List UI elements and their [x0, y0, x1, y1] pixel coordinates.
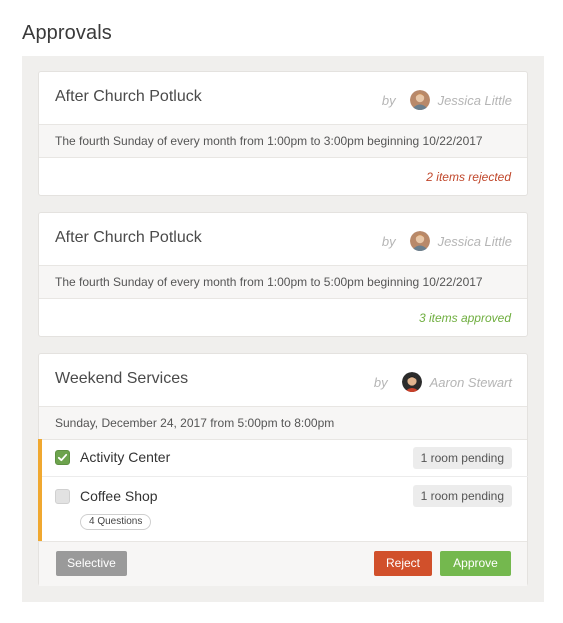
questions-badge[interactable]: 4 Questions: [80, 514, 152, 530]
user-avatar-icon: [401, 372, 422, 392]
status-text: 3 items approved: [418, 311, 511, 325]
event-title[interactable]: After Church Potluck: [55, 229, 202, 247]
schedule-text: The fourth Sunday of every month from 1:…: [55, 134, 483, 148]
approval-card[interactable]: After Church Potluck by Jessica Little T…: [38, 212, 528, 337]
schedule-row: Sunday, December 24, 2017 from 5:00pm to…: [39, 406, 527, 440]
room-row[interactable]: Coffee Shop 1 room pending 4 Questions: [42, 477, 528, 539]
approvals-panel: After Church Potluck by Jessica Little T…: [22, 56, 544, 602]
schedule-row: The fourth Sunday of every month from 1:…: [39, 265, 527, 299]
author-name[interactable]: Aaron Stewart: [430, 375, 512, 390]
schedule-text: Sunday, December 24, 2017 from 5:00pm to…: [55, 416, 335, 430]
avatar: [401, 372, 422, 392]
page-title: Approvals: [22, 22, 112, 44]
avatar: [409, 90, 430, 110]
approval-card-header: After Church Potluck by Jessica Little: [39, 213, 527, 265]
approval-card-header: Weekend Services by Aaron Stewart: [39, 354, 527, 406]
approval-card-header: After Church Potluck by Jessica Little: [39, 72, 527, 124]
status-text: 2 items rejected: [426, 170, 511, 184]
reject-button[interactable]: Reject: [374, 551, 432, 576]
pending-badge: 1 room pending: [412, 447, 512, 469]
checkmark-icon: [57, 453, 68, 462]
by-label: by: [381, 233, 396, 249]
by-label: by: [381, 92, 396, 108]
action-bar: Selective Reject Approve: [39, 541, 527, 586]
room-list: Activity Center 1 room pending Coffee Sh…: [38, 439, 528, 541]
event-title[interactable]: After Church Potluck: [55, 88, 202, 106]
author-name[interactable]: Jessica Little: [438, 234, 512, 249]
selective-button[interactable]: Selective: [56, 551, 127, 576]
event-title[interactable]: Weekend Services: [55, 370, 188, 388]
schedule-row: The fourth Sunday of every month from 1:…: [39, 124, 527, 158]
author-name[interactable]: Jessica Little: [438, 93, 512, 108]
avatar: [409, 231, 430, 251]
approval-card[interactable]: After Church Potluck by Jessica Little T…: [38, 71, 528, 196]
requester-info: by Jessica Little: [382, 89, 512, 111]
room-name: Coffee Shop: [80, 488, 158, 504]
room-checkbox[interactable]: [55, 489, 70, 504]
room-name: Activity Center: [80, 449, 171, 465]
approval-card[interactable]: Weekend Services by Aaron Stewart Sunday…: [38, 353, 528, 586]
requester-info: by Aaron Stewart: [374, 371, 512, 393]
room-row[interactable]: Activity Center 1 room pending: [42, 439, 528, 477]
user-avatar-icon: [409, 90, 430, 110]
user-avatar-icon: [409, 231, 430, 251]
pending-badge: 1 room pending: [412, 485, 512, 507]
by-label: by: [373, 374, 388, 390]
requester-info: by Jessica Little: [382, 230, 512, 252]
schedule-text: The fourth Sunday of every month from 1:…: [55, 275, 483, 289]
room-checkbox[interactable]: [55, 450, 70, 465]
approve-button[interactable]: Approve: [440, 551, 511, 576]
